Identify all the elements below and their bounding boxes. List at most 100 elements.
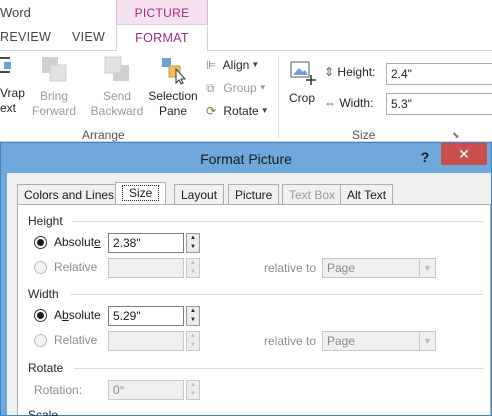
spin-down-icon: ▼ xyxy=(190,391,196,397)
spin-down-icon[interactable]: ▼ xyxy=(187,316,199,325)
arrange-group-label: Arrange xyxy=(82,128,125,142)
spin-up-icon[interactable]: ▲ xyxy=(187,307,199,316)
tab-size[interactable]: Size xyxy=(115,182,167,205)
bring-forward-button[interactable]: Bring Forward xyxy=(26,55,82,119)
format-picture-dialog: Format Picture ? ✕ Colors and Lines Size… xyxy=(0,142,492,416)
height-absolute-radio[interactable] xyxy=(34,236,47,249)
rotate-button[interactable]: ⟳ Rotate ▼ xyxy=(206,104,269,118)
spin-up-icon: ▲ xyxy=(190,260,196,266)
height-relative-to-select: Page ▼ xyxy=(322,258,436,278)
picture-tools-label: PICTURE TOOLS xyxy=(116,0,208,46)
send-backward-icon xyxy=(104,56,129,81)
group-label: Group xyxy=(223,81,257,95)
crop-label: Crop xyxy=(288,91,315,105)
tab-layout[interactable]: Layout xyxy=(174,184,225,204)
shape-height-label: ⇕ Height: xyxy=(324,65,375,79)
width-relative-to-label: relative to xyxy=(264,334,317,348)
width-relative-spinner: ▲ ▼ xyxy=(186,331,200,351)
group-button[interactable]: ⧉ Group ▼ xyxy=(206,81,267,96)
selection-pane-label-1: Selection xyxy=(148,89,198,103)
width-relative-to-value: Page xyxy=(327,334,356,348)
ribbon: Word PICTURE TOOLS REVIEW VIEW FORMAT Vr… xyxy=(0,0,492,142)
divider xyxy=(70,294,484,295)
tab-review[interactable]: REVIEW xyxy=(0,30,51,44)
width-relative-to-select: Page ▼ xyxy=(322,331,436,351)
tab-alt-text[interactable]: Alt Text xyxy=(340,184,394,204)
bring-forward-icon xyxy=(42,57,67,82)
spin-down-icon: ▼ xyxy=(190,342,196,348)
size-dialog-launcher-icon[interactable]: ⬊ xyxy=(452,130,460,141)
group-icon: ⧉ xyxy=(206,81,215,95)
size-group-label: Size xyxy=(352,128,376,142)
size-panel: Height Absolute 2.38" ▲ ▼ Relative ▲ ▼ rel… xyxy=(17,204,491,416)
spin-down-icon[interactable]: ▼ xyxy=(487,74,492,84)
align-button[interactable]: ⊫ Align ▼ xyxy=(206,58,259,72)
spin-down-icon[interactable]: ▼ xyxy=(187,243,199,252)
divider xyxy=(72,221,484,222)
height-section-label: Height xyxy=(28,214,63,228)
help-icon[interactable]: ? xyxy=(417,147,433,167)
height-relative-label: Relative xyxy=(54,260,98,274)
rotate-section-label: Rotate xyxy=(28,361,64,375)
tab-text-box: Text Box xyxy=(282,184,343,204)
send-backward-label-1: Send xyxy=(102,89,132,103)
tab-size-label: Size xyxy=(122,185,160,201)
rotation-spinner: ▲ ▼ xyxy=(186,380,200,400)
rotate-label: Rotate xyxy=(223,104,259,118)
width-section-label: Width xyxy=(28,287,59,301)
tab-view[interactable]: VIEW xyxy=(72,30,105,44)
height-relative-to-value: Page xyxy=(327,261,356,275)
send-backward-label-2: Backward xyxy=(90,104,144,118)
tab-picture[interactable]: Picture xyxy=(228,184,280,204)
shape-height-text: Height: xyxy=(337,65,376,79)
height-absolute-label[interactable]: Absolute xyxy=(54,235,101,249)
spin-up-icon[interactable]: ▲ xyxy=(487,94,492,104)
shape-width-text: Width: xyxy=(339,96,374,110)
width-relative-label: Relative xyxy=(54,333,98,347)
align-icon: ⊫ xyxy=(206,58,217,72)
height-absolute-spinner[interactable]: ▲ ▼ xyxy=(186,233,200,253)
rotate-caret-icon: ▼ xyxy=(260,106,269,115)
dialog-client: Colors and Lines Size Layout Picture Tex… xyxy=(7,173,491,416)
rotate-icon: ⟳ xyxy=(206,104,217,118)
spin-up-icon[interactable]: ▲ xyxy=(487,64,492,74)
width-relative-radio xyxy=(34,334,47,347)
height-relative-spinner: ▲ ▼ xyxy=(186,258,200,278)
rotation-label: Rotation: xyxy=(34,383,83,397)
width-absolute-input[interactable]: 5.29" xyxy=(108,306,184,326)
wrap-text-icon xyxy=(0,57,11,73)
ribbon-tabs: REVIEW VIEW FORMAT xyxy=(0,24,492,52)
height-relative-radio xyxy=(34,261,47,274)
selection-pane-icon xyxy=(162,58,187,85)
group-separator xyxy=(278,56,279,138)
wrap-text-button[interactable]: Vrap ext xyxy=(0,55,25,116)
spin-up-icon[interactable]: ▲ xyxy=(187,234,199,243)
send-backward-button[interactable]: Send Backward xyxy=(90,55,144,119)
shape-height-value: 2.4" xyxy=(391,67,412,81)
bring-forward-label-2: Forward xyxy=(31,104,76,118)
width-absolute-label[interactable]: Absolute xyxy=(54,308,101,322)
title-strip: Word PICTURE TOOLS xyxy=(0,0,492,46)
spin-up-icon: ▲ xyxy=(190,382,196,388)
height-absolute-input[interactable]: 2.38" xyxy=(108,233,184,253)
tab-colors-and-lines[interactable]: Colors and Lines xyxy=(17,184,122,204)
spin-down-icon[interactable]: ▼ xyxy=(487,104,492,114)
shape-width-value: 5.3" xyxy=(391,97,412,111)
shape-height-spinner[interactable]: ▲ ▼ xyxy=(487,64,492,84)
height-relative-to-label: relative to xyxy=(264,261,317,275)
scale-section-label: Scale xyxy=(28,408,59,416)
shape-width-field[interactable]: 5.3" ▲ ▼ xyxy=(386,93,492,115)
width-absolute-spinner[interactable]: ▲ ▼ xyxy=(186,306,200,326)
group-caret-icon: ▼ xyxy=(258,83,267,92)
selection-pane-button[interactable]: Selection Pane xyxy=(146,55,200,119)
selection-pane-label-2: Pane xyxy=(158,104,188,118)
align-label: Align xyxy=(222,58,250,72)
shape-height-field[interactable]: 2.4" ▲ ▼ xyxy=(386,63,492,85)
width-relative-input xyxy=(108,331,184,351)
shape-width-spinner[interactable]: ▲ ▼ xyxy=(487,94,492,114)
close-icon[interactable]: ✕ xyxy=(441,143,487,165)
crop-icon xyxy=(290,61,316,85)
tab-format[interactable]: FORMAT xyxy=(116,24,208,52)
width-absolute-radio[interactable] xyxy=(34,309,47,322)
crop-button[interactable]: Crop xyxy=(282,59,322,106)
